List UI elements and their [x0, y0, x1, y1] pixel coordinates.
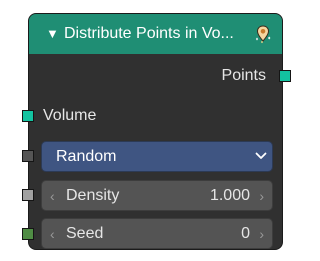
mode-dropdown-value: Random [56, 148, 117, 165]
input-mode-socket[interactable] [22, 150, 34, 162]
chevron-down-icon [255, 152, 267, 159]
node-header[interactable]: ▼ Distribute Points in Vo... [29, 14, 282, 54]
collapse-triangle-icon[interactable]: ▼ [46, 26, 59, 42]
input-volume-label: Volume [43, 107, 97, 124]
input-seed-socket[interactable] [22, 228, 34, 240]
density-label: Density [66, 187, 120, 204]
seed-field[interactable]: ‹ Seed 0 › [41, 218, 273, 249]
density-decrement-arrow[interactable]: ‹ [50, 189, 55, 203]
distribute-points-in-volume-node[interactable]: ▼ Distribute Points in Vo... Points Volu… [22, 14, 291, 249]
seed-label: Seed [66, 225, 104, 242]
density-field[interactable]: ‹ Density 1.000 › [41, 180, 273, 211]
input-density-socket[interactable] [22, 189, 34, 201]
pin-sparkle-icon [256, 25, 271, 44]
output-points-label: Points [221, 67, 266, 84]
output-points-socket[interactable] [279, 70, 291, 82]
density-increment-arrow[interactable]: › [259, 189, 264, 203]
node-title: Distribute Points in Vo... [64, 25, 234, 42]
seed-increment-arrow[interactable]: › [259, 227, 264, 241]
density-value: 1.000 [209, 187, 250, 204]
seed-value: 0 [241, 225, 250, 242]
input-volume-socket[interactable] [22, 110, 34, 122]
mode-dropdown[interactable]: Random [41, 141, 273, 172]
seed-decrement-arrow[interactable]: ‹ [50, 227, 55, 241]
